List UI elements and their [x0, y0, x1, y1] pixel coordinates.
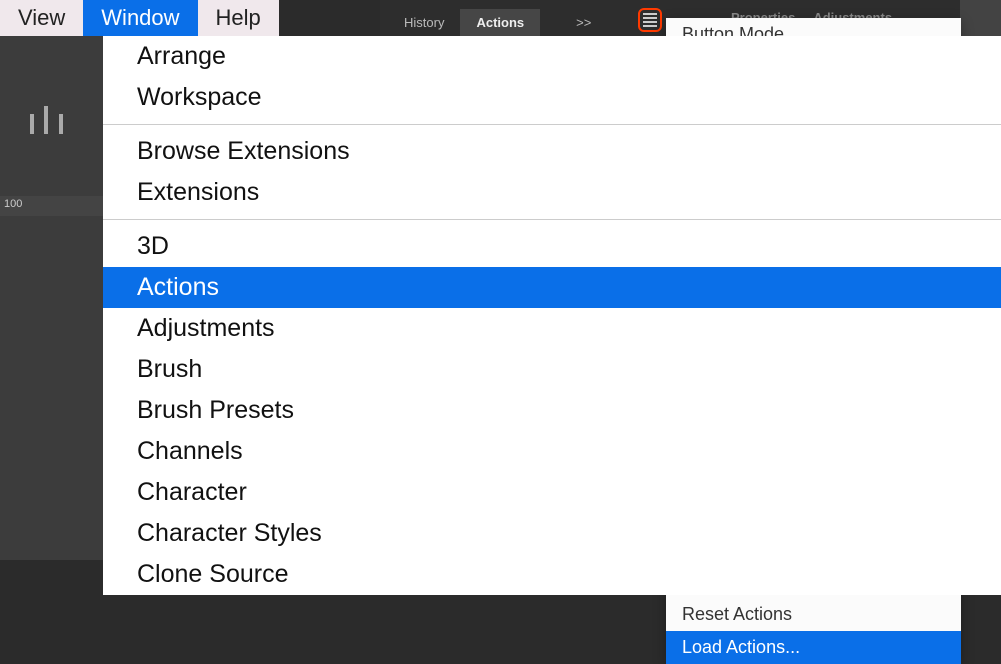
panel-collapse-icon[interactable]: >>: [576, 15, 591, 30]
window-menu-item[interactable]: Arrange: [103, 36, 1001, 77]
menu-bar: View Window Help: [0, 0, 279, 36]
window-menu-item[interactable]: Adjustments: [103, 308, 1001, 349]
panel-menu-button[interactable]: [638, 8, 662, 32]
hamburger-icon: [643, 13, 657, 27]
window-menu-item[interactable]: Extensions: [103, 172, 1001, 213]
window-menu-item[interactable]: Workspace: [103, 77, 1001, 118]
tool-icon[interactable]: [30, 106, 90, 136]
toolbar-bg: [0, 36, 104, 560]
window-menu: ArrangeWorkspace Browse ExtensionsExtensi…: [103, 36, 1001, 595]
menu-view[interactable]: View: [0, 0, 83, 36]
tab-actions[interactable]: Actions: [460, 9, 540, 36]
context-menu-item[interactable]: Load Actions...: [666, 631, 961, 664]
window-menu-item[interactable]: Brush: [103, 349, 1001, 390]
window-menu-item[interactable]: Character: [103, 472, 1001, 513]
window-menu-item[interactable]: Clone Source: [103, 554, 1001, 595]
window-menu-item[interactable]: Character Styles: [103, 513, 1001, 554]
window-menu-item[interactable]: Brush Presets: [103, 390, 1001, 431]
window-menu-item[interactable]: Actions: [103, 267, 1001, 308]
window-menu-item[interactable]: 3D: [103, 226, 1001, 267]
ruler: 100: [0, 196, 104, 216]
window-menu-item[interactable]: Browse Extensions: [103, 131, 1001, 172]
window-menu-item[interactable]: Channels: [103, 431, 1001, 472]
panel-tabs: History Actions >>: [388, 8, 591, 36]
tab-history[interactable]: History: [388, 9, 460, 36]
menu-window[interactable]: Window: [83, 0, 197, 36]
context-menu-item[interactable]: Reset Actions: [666, 598, 961, 631]
menu-help[interactable]: Help: [198, 0, 279, 36]
